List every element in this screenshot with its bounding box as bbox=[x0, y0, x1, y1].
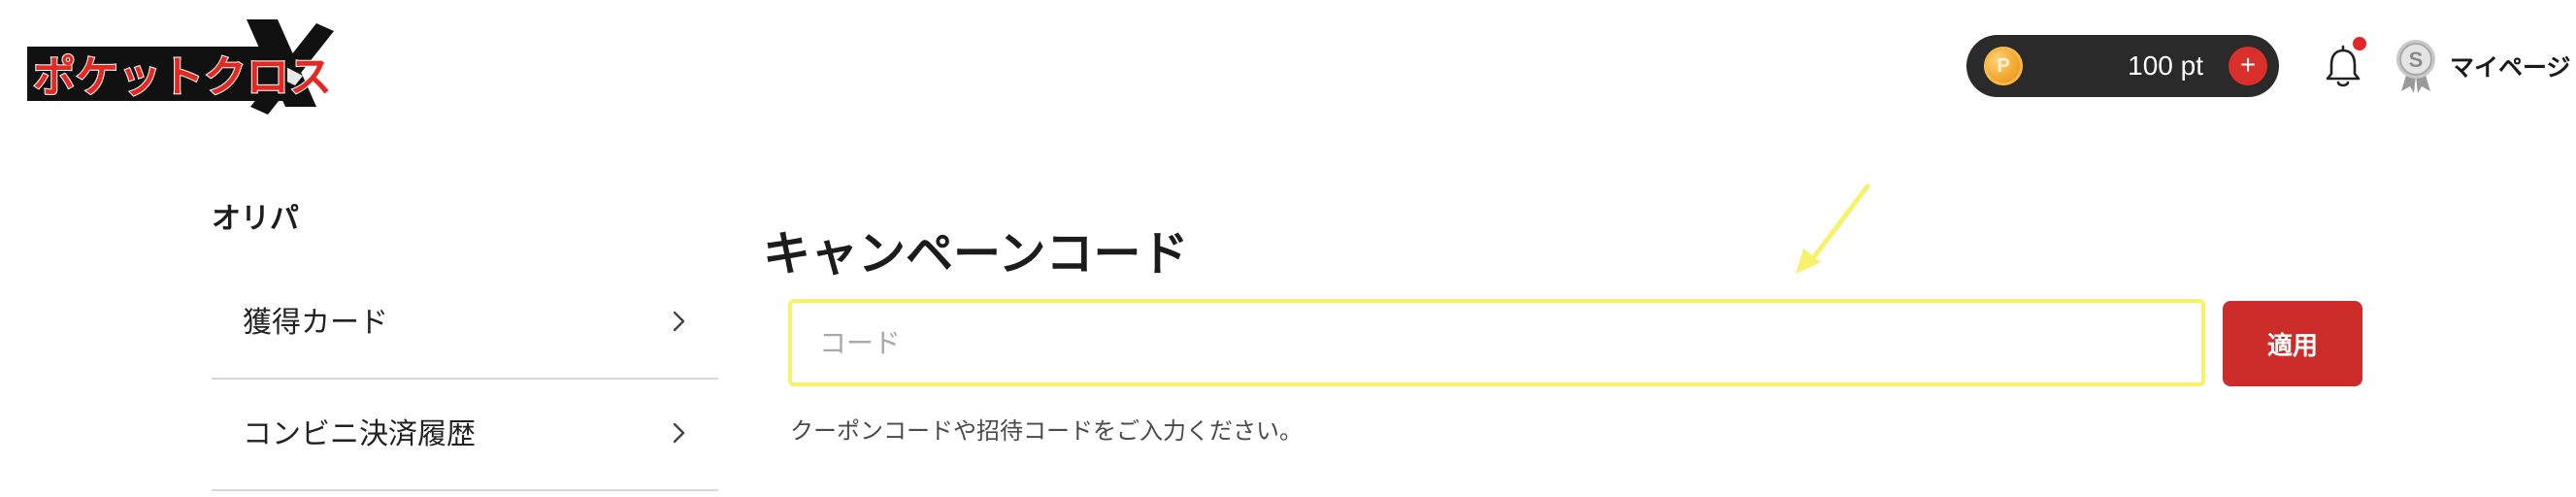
page: ポケットクロス P 100 pt + S マイページ オリパ 獲得カード コンビ… bbox=[0, 0, 2576, 497]
annotation-arrow-icon bbox=[1786, 181, 1873, 278]
apply-button[interactable]: 適用 bbox=[2223, 301, 2362, 386]
svg-text:ポケットクロス: ポケットクロス bbox=[33, 52, 332, 102]
sidebar-item-convenience-payment-history[interactable]: コンビニ決済履歴 bbox=[212, 380, 718, 491]
sidebar-item-label: コンビニ決済履歴 bbox=[243, 417, 476, 451]
page-title: キャンペーンコード bbox=[763, 226, 1189, 282]
svg-text:S: S bbox=[2409, 48, 2424, 72]
chevron-right-icon bbox=[664, 307, 693, 336]
chevron-right-icon bbox=[664, 418, 693, 447]
sidebar-item-acquired-cards[interactable]: 獲得カード bbox=[212, 268, 718, 380]
site-logo[interactable]: ポケットクロス bbox=[25, 14, 336, 120]
add-points-button[interactable]: + bbox=[2229, 47, 2267, 85]
mypage-label: マイページ bbox=[2450, 54, 2571, 82]
sidebar-item-label: 獲得カード bbox=[243, 306, 388, 340]
notification-button[interactable] bbox=[2314, 37, 2372, 95]
rank-badge-icon: S bbox=[2394, 39, 2438, 93]
campaign-code-input[interactable] bbox=[788, 299, 2205, 386]
logo-graphic: ポケットクロス bbox=[27, 19, 334, 115]
coin-icon: P bbox=[1984, 47, 2023, 85]
help-text: クーポンコードや招待コードをご入力ください。 bbox=[790, 417, 1303, 445]
points-value: 100 pt bbox=[2128, 50, 2203, 81]
sidebar: オリパ 獲得カード コンビニ決済履歴 bbox=[212, 190, 718, 491]
mypage-link[interactable]: S マイページ bbox=[2394, 39, 2571, 93]
sidebar-heading: オリパ bbox=[212, 202, 299, 236]
unread-dot bbox=[2353, 37, 2366, 50]
points-balance[interactable]: P 100 pt + bbox=[1966, 35, 2279, 97]
